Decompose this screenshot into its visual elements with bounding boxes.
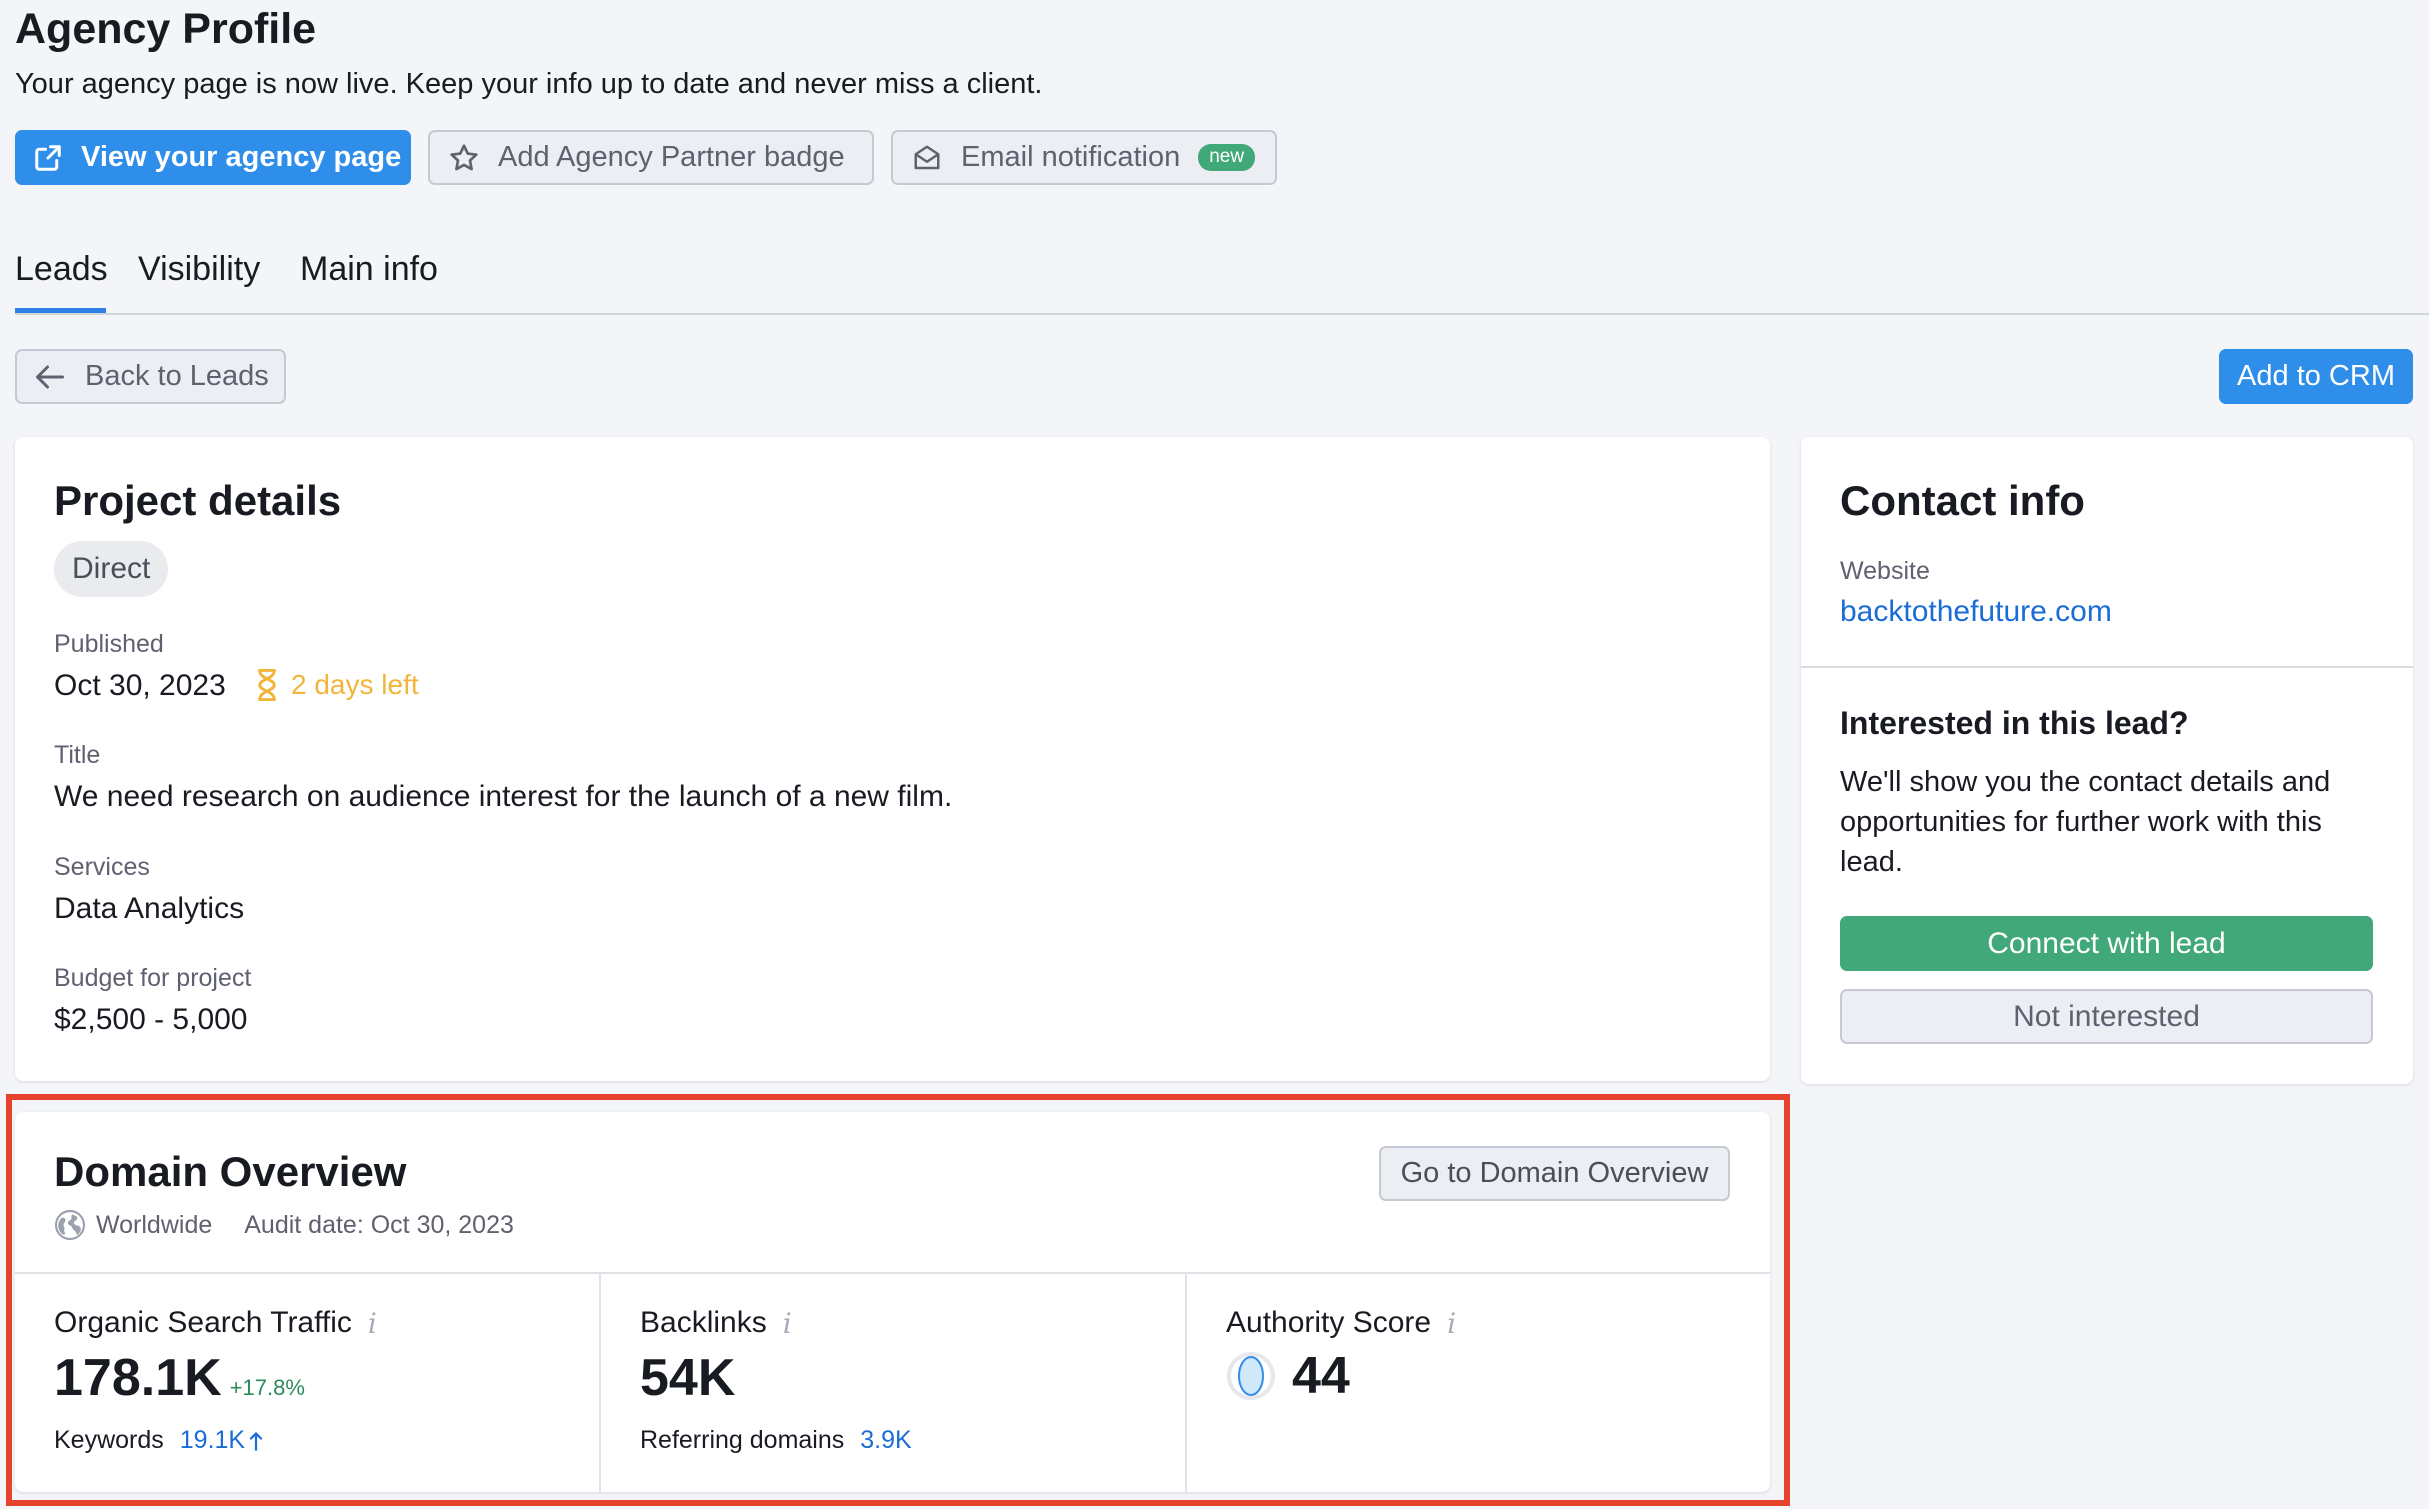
website-label: Website [1840, 557, 1930, 585]
star-icon [450, 143, 478, 170]
services-label: Services [54, 853, 150, 881]
contact-info-title: Contact info [1840, 477, 2085, 524]
services-value: Data Analytics [54, 892, 245, 925]
interest-text: We'll show you the contact details and o… [1840, 766, 2331, 878]
add-partner-badge-button[interactable]: Add Agency Partner badge [428, 130, 874, 185]
contact-divider [1801, 666, 2413, 668]
new-badge: new [1198, 144, 1256, 171]
hourglass-icon [258, 669, 276, 701]
tab-visibility[interactable]: Visibility [138, 250, 260, 289]
email-notification-button[interactable]: Email notification new [891, 130, 1277, 185]
tabs-divider [15, 313, 2429, 315]
not-interested-button[interactable]: Not interested [1840, 989, 2373, 1044]
page-title: Agency Profile [15, 5, 317, 53]
connect-with-lead-label: Connect with lead [1987, 926, 2226, 960]
project-details-title: Project details [54, 477, 342, 524]
add-partner-badge-label: Add Agency Partner badge [498, 141, 845, 173]
tab-main-info[interactable]: Main info [300, 250, 438, 289]
website-link[interactable]: backtothefuture.com [1840, 595, 2112, 629]
title-value: We need research on audience interest fo… [54, 780, 953, 813]
published-value: Oct 30, 2023 [54, 669, 226, 702]
add-to-crm-label: Add to CRM [2237, 360, 2395, 392]
domain-overview-highlight [6, 1094, 1790, 1506]
envelope-icon [914, 145, 940, 169]
connect-with-lead-button[interactable]: Connect with lead [1840, 916, 2373, 971]
view-agency-page-label: View your agency page [81, 141, 402, 173]
page-subtitle: Your agency page is now live. Keep your … [15, 68, 1043, 100]
budget-label: Budget for project [54, 964, 252, 992]
tab-leads[interactable]: Leads [15, 250, 108, 289]
not-interested-label: Not interested [2013, 999, 2200, 1033]
days-left-text: 2 days left [291, 669, 419, 700]
project-details-card: Project details Direct Published Oct 30,… [15, 437, 1770, 1081]
days-left-indicator: 2 days left [255, 669, 419, 701]
arrow-left-icon [36, 365, 64, 388]
email-notification-label: Email notification [961, 141, 1181, 173]
external-link-icon [35, 144, 61, 171]
contact-info-card: Contact info Website backtothefuture.com… [1801, 437, 2413, 1084]
published-label: Published [54, 630, 164, 658]
budget-value: $2,500 - 5,000 [54, 1003, 248, 1036]
back-to-leads-button[interactable]: Back to Leads [15, 349, 286, 404]
add-to-crm-button[interactable]: Add to CRM [2219, 349, 2413, 404]
project-type-chip: Direct [54, 541, 169, 597]
title-label: Title [54, 741, 101, 769]
view-agency-page-button[interactable]: View your agency page [15, 130, 411, 185]
interest-heading: Interested in this lead? [1840, 705, 2189, 741]
back-to-leads-label: Back to Leads [85, 360, 269, 392]
active-tab-indicator [15, 308, 106, 313]
